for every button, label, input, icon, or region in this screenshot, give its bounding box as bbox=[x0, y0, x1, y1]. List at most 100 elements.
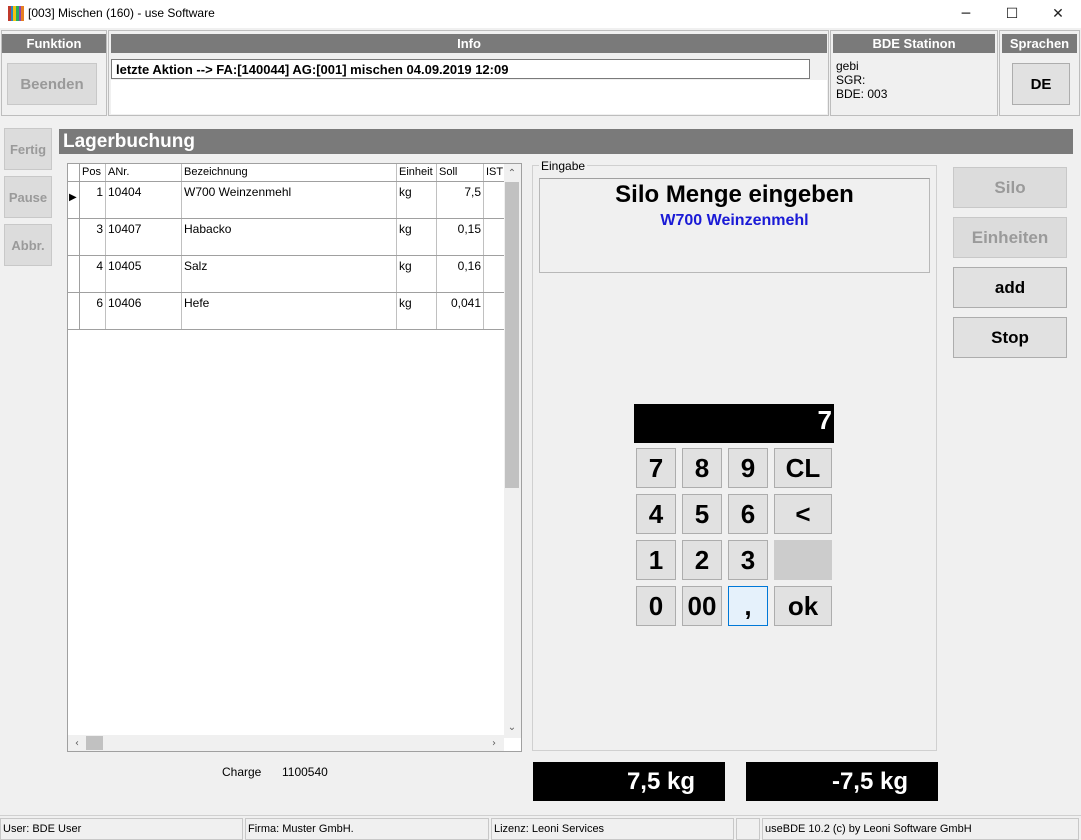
cell-pos: 3 bbox=[80, 219, 106, 255]
add-button[interactable]: add bbox=[953, 267, 1067, 308]
grid-horizontal-scrollbar[interactable] bbox=[68, 735, 504, 751]
einheiten-button[interactable]: Einheiten bbox=[953, 217, 1067, 258]
section-title: Lagerbuchung bbox=[59, 129, 1073, 154]
col-header-ist[interactable]: IST bbox=[484, 164, 504, 181]
station-header: BDE Statinon bbox=[833, 34, 995, 53]
close-icon[interactable]: ✕ bbox=[1035, 0, 1081, 28]
cell-einheit: kg bbox=[397, 293, 437, 329]
col-header-anr[interactable]: ANr. bbox=[106, 164, 182, 181]
key-5[interactable]: 5 bbox=[682, 494, 722, 534]
row-pointer-icon: ▶ bbox=[69, 192, 77, 203]
window-title: [003] Mischen (160) - use Software bbox=[28, 6, 215, 20]
keypad-display[interactable]: 7 bbox=[634, 404, 834, 443]
col-header-einheit[interactable]: Einheit bbox=[397, 164, 437, 181]
status-lizenz: Lizenz: Leoni Services bbox=[491, 818, 734, 840]
abbr-button[interactable]: Abbr. bbox=[4, 224, 52, 266]
row-indicator bbox=[68, 219, 80, 255]
fertig-button[interactable]: Fertig bbox=[4, 128, 52, 170]
col-header-pos[interactable]: Pos bbox=[80, 164, 106, 181]
stop-button[interactable]: Stop bbox=[953, 317, 1067, 358]
app-icon bbox=[8, 6, 25, 21]
station-name: gebi bbox=[836, 59, 859, 73]
grid-header: Pos ANr. Bezeichnung Einheit Soll IST bbox=[68, 164, 504, 182]
charge-value: 1100540 bbox=[282, 765, 328, 779]
cell-soll: 0,16 bbox=[437, 256, 484, 292]
table-row[interactable]: 4 10405 Salz kg 0,16 bbox=[68, 256, 504, 293]
key-00[interactable]: 00 bbox=[682, 586, 722, 626]
station-info: gebi SGR: BDE: 003 bbox=[836, 59, 887, 101]
cell-ist bbox=[484, 293, 504, 329]
maximize-icon[interactable]: ☐ bbox=[989, 0, 1035, 28]
key-7[interactable]: 7 bbox=[636, 448, 676, 488]
cell-ist bbox=[484, 182, 504, 218]
charge-label: Charge bbox=[222, 765, 262, 779]
status-empty bbox=[736, 818, 760, 840]
grid-vertical-scroll-thumb[interactable] bbox=[505, 182, 519, 488]
key-blank bbox=[774, 540, 832, 580]
cell-anr: 10405 bbox=[106, 256, 182, 292]
key-1[interactable]: 1 bbox=[636, 540, 676, 580]
cell-anr: 10406 bbox=[106, 293, 182, 329]
cell-pos: 1 bbox=[80, 182, 106, 218]
grid-horizontal-scroll-thumb[interactable] bbox=[86, 736, 103, 750]
table-row[interactable]: 3 10407 Habacko kg 0,15 bbox=[68, 219, 504, 256]
status-firma: Firma: Muster GmbH. bbox=[245, 818, 489, 840]
info-header: Info bbox=[111, 34, 827, 53]
key-2[interactable]: 2 bbox=[682, 540, 722, 580]
ist-total-display: 7,5 kg bbox=[533, 762, 725, 801]
cell-soll: 0,15 bbox=[437, 219, 484, 255]
status-user: User: BDE User bbox=[0, 818, 243, 840]
cell-bezeichnung: Hefe bbox=[182, 293, 397, 329]
cell-einheit: kg bbox=[397, 219, 437, 255]
cell-anr: 10407 bbox=[106, 219, 182, 255]
cell-einheit: kg bbox=[397, 256, 437, 292]
status-version: useBDE 10.2 (c) by Leoni Software GmbH bbox=[762, 818, 1079, 840]
language-button[interactable]: DE bbox=[1012, 63, 1070, 105]
table-row[interactable]: 6 10406 Hefe kg 0,041 bbox=[68, 293, 504, 330]
key-4[interactable]: 4 bbox=[636, 494, 676, 534]
grid-header-indicator bbox=[68, 164, 80, 181]
station-bde: BDE: 003 bbox=[836, 87, 888, 101]
cell-soll: 7,5 bbox=[437, 182, 484, 218]
app-icon-stripe bbox=[21, 6, 25, 21]
lager-grid[interactable]: Pos ANr. Bezeichnung Einheit Soll IST ▶ … bbox=[67, 163, 522, 752]
cell-einheit: kg bbox=[397, 182, 437, 218]
table-row[interactable]: ▶ 1 10404 W700 Weinzenmehl kg 7,5 bbox=[68, 182, 504, 219]
row-indicator bbox=[68, 256, 80, 292]
info-text-area bbox=[111, 80, 827, 114]
pause-button[interactable]: Pause bbox=[4, 176, 52, 218]
col-header-bezeichnung[interactable]: Bezeichnung bbox=[182, 164, 397, 181]
station-sgr: SGR: bbox=[836, 73, 866, 87]
cell-ist bbox=[484, 256, 504, 292]
cell-pos: 6 bbox=[80, 293, 106, 329]
key-9[interactable]: 9 bbox=[728, 448, 768, 488]
info-last-action: letzte Aktion --> FA:[140044] AG:[001] m… bbox=[111, 59, 810, 79]
col-header-soll[interactable]: Soll bbox=[437, 164, 484, 181]
scroll-down-icon[interactable]: ⌄ bbox=[504, 719, 520, 735]
cell-ist bbox=[484, 219, 504, 255]
scroll-left-icon[interactable]: ‹ bbox=[69, 735, 85, 751]
key-ok[interactable]: ok bbox=[774, 586, 832, 626]
current-row-indicator: ▶ bbox=[68, 182, 80, 218]
silo-button[interactable]: Silo bbox=[953, 167, 1067, 208]
prompt-article: W700 Weinzenmehl bbox=[660, 212, 809, 229]
key-6[interactable]: 6 bbox=[728, 494, 768, 534]
beenden-button[interactable]: Beenden bbox=[7, 63, 97, 105]
key-0[interactable]: 0 bbox=[636, 586, 676, 626]
cell-anr: 10404 bbox=[106, 182, 182, 218]
cell-bezeichnung: Salz bbox=[182, 256, 397, 292]
cell-pos: 4 bbox=[80, 256, 106, 292]
key-backspace[interactable]: < bbox=[774, 494, 832, 534]
scroll-up-icon[interactable]: ⌃ bbox=[504, 165, 520, 181]
key-clear[interactable]: CL bbox=[774, 448, 832, 488]
status-bar: User: BDE User Firma: Muster GmbH. Lizen… bbox=[0, 815, 1081, 840]
cell-bezeichnung: Habacko bbox=[182, 219, 397, 255]
diff-total-display: -7,5 kg bbox=[746, 762, 938, 801]
key-8[interactable]: 8 bbox=[682, 448, 722, 488]
minimize-icon[interactable]: ─ bbox=[943, 0, 989, 28]
prompt-title: Silo Menge eingeben bbox=[615, 181, 854, 208]
scroll-right-icon[interactable]: › bbox=[486, 735, 502, 751]
key-comma[interactable]: , bbox=[728, 586, 768, 626]
row-indicator bbox=[68, 293, 80, 329]
key-3[interactable]: 3 bbox=[728, 540, 768, 580]
